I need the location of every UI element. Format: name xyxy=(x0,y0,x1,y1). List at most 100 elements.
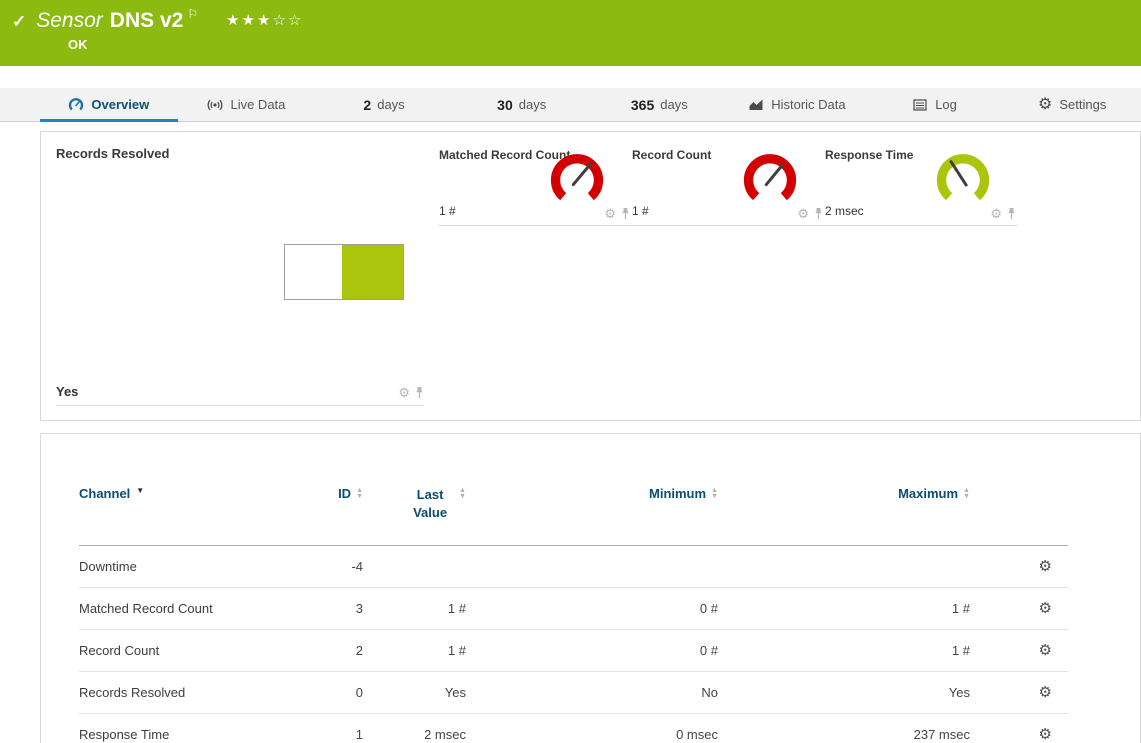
tab-live-data-label: Live Data xyxy=(230,97,285,112)
log-list-icon xyxy=(912,97,928,113)
tab-30-days[interactable]: 30 days xyxy=(453,88,591,121)
cell-last-value: 2 msec xyxy=(363,714,466,743)
flag-icon[interactable]: ⚐ xyxy=(187,7,198,21)
small-gauges-row: Matched Record Count 1 # ⚙ Record Count xyxy=(439,146,1018,226)
tab-overview-label: Overview xyxy=(91,97,149,112)
ok-check-icon: ✓ xyxy=(12,12,26,32)
widget-pin-icon[interactable] xyxy=(621,207,630,220)
settings-gear-icon: ⚙ xyxy=(1038,97,1052,113)
table-row-response-time: Response Time 1 2 msec 0 msec 237 msec ⚙ xyxy=(79,714,1068,743)
cell-id: -4 xyxy=(301,546,363,588)
table-row-downtime: Downtime -4 ⚙ xyxy=(79,546,1068,588)
cell-minimum: 0 msec xyxy=(466,714,718,743)
tab-365-days-label: days xyxy=(660,97,687,112)
column-header-last-value[interactable]: Last Value ▲▼ xyxy=(363,486,466,546)
widget-pin-icon[interactable] xyxy=(814,207,823,220)
sensor-type-label: Sensor xyxy=(36,9,103,33)
tab-2-days-label: days xyxy=(377,97,404,112)
column-header-actions xyxy=(970,486,1068,546)
caret-down-icon: ▼ xyxy=(136,486,144,495)
boolean-yes-segment xyxy=(342,245,403,299)
channel-settings-gear-icon[interactable]: ⚙ xyxy=(1039,684,1052,701)
cell-minimum: 0 # xyxy=(466,630,718,672)
sensor-header: ✓ Sensor DNS v2 ⚐ ★★★☆☆ OK xyxy=(0,0,1141,66)
widget-gear-icon[interactable]: ⚙ xyxy=(990,207,1002,220)
column-header-id[interactable]: ID▲▼ xyxy=(301,486,363,546)
table-header-row: Channel▼ ID▲▼ Last Value ▲▼ Minimum ▲▼ Max… xyxy=(79,486,1068,546)
column-header-last-value-label: Last Value xyxy=(406,486,454,521)
records-resolved-widget[interactable]: Records Resolved Yes ⚙ xyxy=(56,146,424,406)
header-spacer xyxy=(0,66,1141,88)
record-count-gauge[interactable]: Record Count 1 # ⚙ xyxy=(632,146,825,226)
tab-historic-data[interactable]: Historic Data xyxy=(728,88,866,121)
response-time-gauge[interactable]: Response Time 2 msec ⚙ xyxy=(825,146,1018,226)
stars-filled[interactable]: ★★★ xyxy=(226,12,272,29)
tab-overview[interactable]: Overview xyxy=(40,88,178,121)
historic-data-chart-icon xyxy=(748,97,764,113)
cell-maximum: Yes xyxy=(718,672,970,714)
stars-empty[interactable]: ☆☆ xyxy=(272,12,303,29)
widget-gear-icon[interactable]: ⚙ xyxy=(604,207,616,220)
widget-gear-icon[interactable]: ⚙ xyxy=(398,386,410,399)
sort-icon: ▲▼ xyxy=(459,488,466,500)
overview-gauge-icon xyxy=(68,97,84,113)
cell-maximum: 1 # xyxy=(718,588,970,630)
cell-minimum: No xyxy=(466,672,718,714)
cell-last-value xyxy=(363,546,466,588)
matched-record-count-dial-icon xyxy=(548,150,606,208)
cell-channel: Downtime xyxy=(79,546,301,588)
response-time-dial-icon xyxy=(934,150,992,208)
table-row-matched-record-count: Matched Record Count 3 1 # 0 # 1 # ⚙ xyxy=(79,588,1068,630)
main-content: Records Resolved Yes ⚙ Matched Record Co… xyxy=(0,122,1141,743)
channel-settings-gear-icon[interactable]: ⚙ xyxy=(1039,642,1052,659)
widget-pin-icon[interactable] xyxy=(415,386,424,399)
channel-settings-gear-icon[interactable]: ⚙ xyxy=(1039,600,1052,617)
cell-channel: Matched Record Count xyxy=(79,588,301,630)
tab-30-days-label: days xyxy=(519,97,546,112)
tab-2-days-number: 2 xyxy=(363,97,371,113)
cell-id: 1 xyxy=(301,714,363,743)
widget-gear-icon[interactable]: ⚙ xyxy=(797,207,809,220)
sensor-status-badge: OK xyxy=(68,37,1141,52)
gauge-value: 1 # xyxy=(632,204,649,218)
widget-pin-icon[interactable] xyxy=(1007,207,1016,220)
cell-channel: Response Time xyxy=(79,714,301,743)
column-header-maximum[interactable]: Maximum▲▼ xyxy=(718,486,970,546)
column-header-id-label: ID xyxy=(338,486,351,501)
cell-id: 0 xyxy=(301,672,363,714)
table-row-record-count: Record Count 2 1 # 0 # 1 # ⚙ xyxy=(79,630,1068,672)
cell-channel: Records Resolved xyxy=(79,672,301,714)
sensor-name: DNS v2 xyxy=(110,9,184,33)
channel-settings-gear-icon[interactable]: ⚙ xyxy=(1039,726,1052,743)
tab-settings[interactable]: ⚙ Settings xyxy=(1003,88,1141,121)
tab-365-days-number: 365 xyxy=(631,97,654,113)
cell-minimum xyxy=(466,546,718,588)
tab-365-days[interactable]: 365 days xyxy=(591,88,729,121)
records-resolved-value: Yes xyxy=(56,384,78,399)
channels-table: Channel▼ ID▲▼ Last Value ▲▼ Minimum ▲▼ Max… xyxy=(79,486,1068,743)
tab-live-data[interactable]: Live Data xyxy=(178,88,316,121)
sort-icon: ▲▼ xyxy=(711,488,718,500)
column-header-minimum[interactable]: Minimum ▲▼ xyxy=(466,486,718,546)
tab-log-label: Log xyxy=(935,97,957,112)
tab-30-days-number: 30 xyxy=(497,97,513,113)
tab-settings-label: Settings xyxy=(1059,97,1106,112)
priority-stars[interactable]: ★★★☆☆ xyxy=(226,11,303,29)
column-header-channel[interactable]: Channel▼ xyxy=(79,486,301,546)
cell-last-value: 1 # xyxy=(363,630,466,672)
records-resolved-title: Records Resolved xyxy=(56,146,424,161)
gauges-panel: Records Resolved Yes ⚙ Matched Record Co… xyxy=(40,131,1141,421)
gauge-value: 2 msec xyxy=(825,204,864,218)
table-row-records-resolved: Records Resolved 0 Yes No Yes ⚙ xyxy=(79,672,1068,714)
tab-log[interactable]: Log xyxy=(866,88,1004,121)
cell-maximum xyxy=(718,546,970,588)
column-header-minimum-label: Minimum xyxy=(649,486,706,501)
cell-maximum: 237 msec xyxy=(718,714,970,743)
cell-last-value: 1 # xyxy=(363,588,466,630)
tab-2-days[interactable]: 2 days xyxy=(315,88,453,121)
matched-record-count-gauge[interactable]: Matched Record Count 1 # ⚙ xyxy=(439,146,632,226)
record-count-dial-icon xyxy=(741,150,799,208)
cell-id: 2 xyxy=(301,630,363,672)
cell-channel: Record Count xyxy=(79,630,301,672)
channel-settings-gear-icon[interactable]: ⚙ xyxy=(1039,558,1052,575)
